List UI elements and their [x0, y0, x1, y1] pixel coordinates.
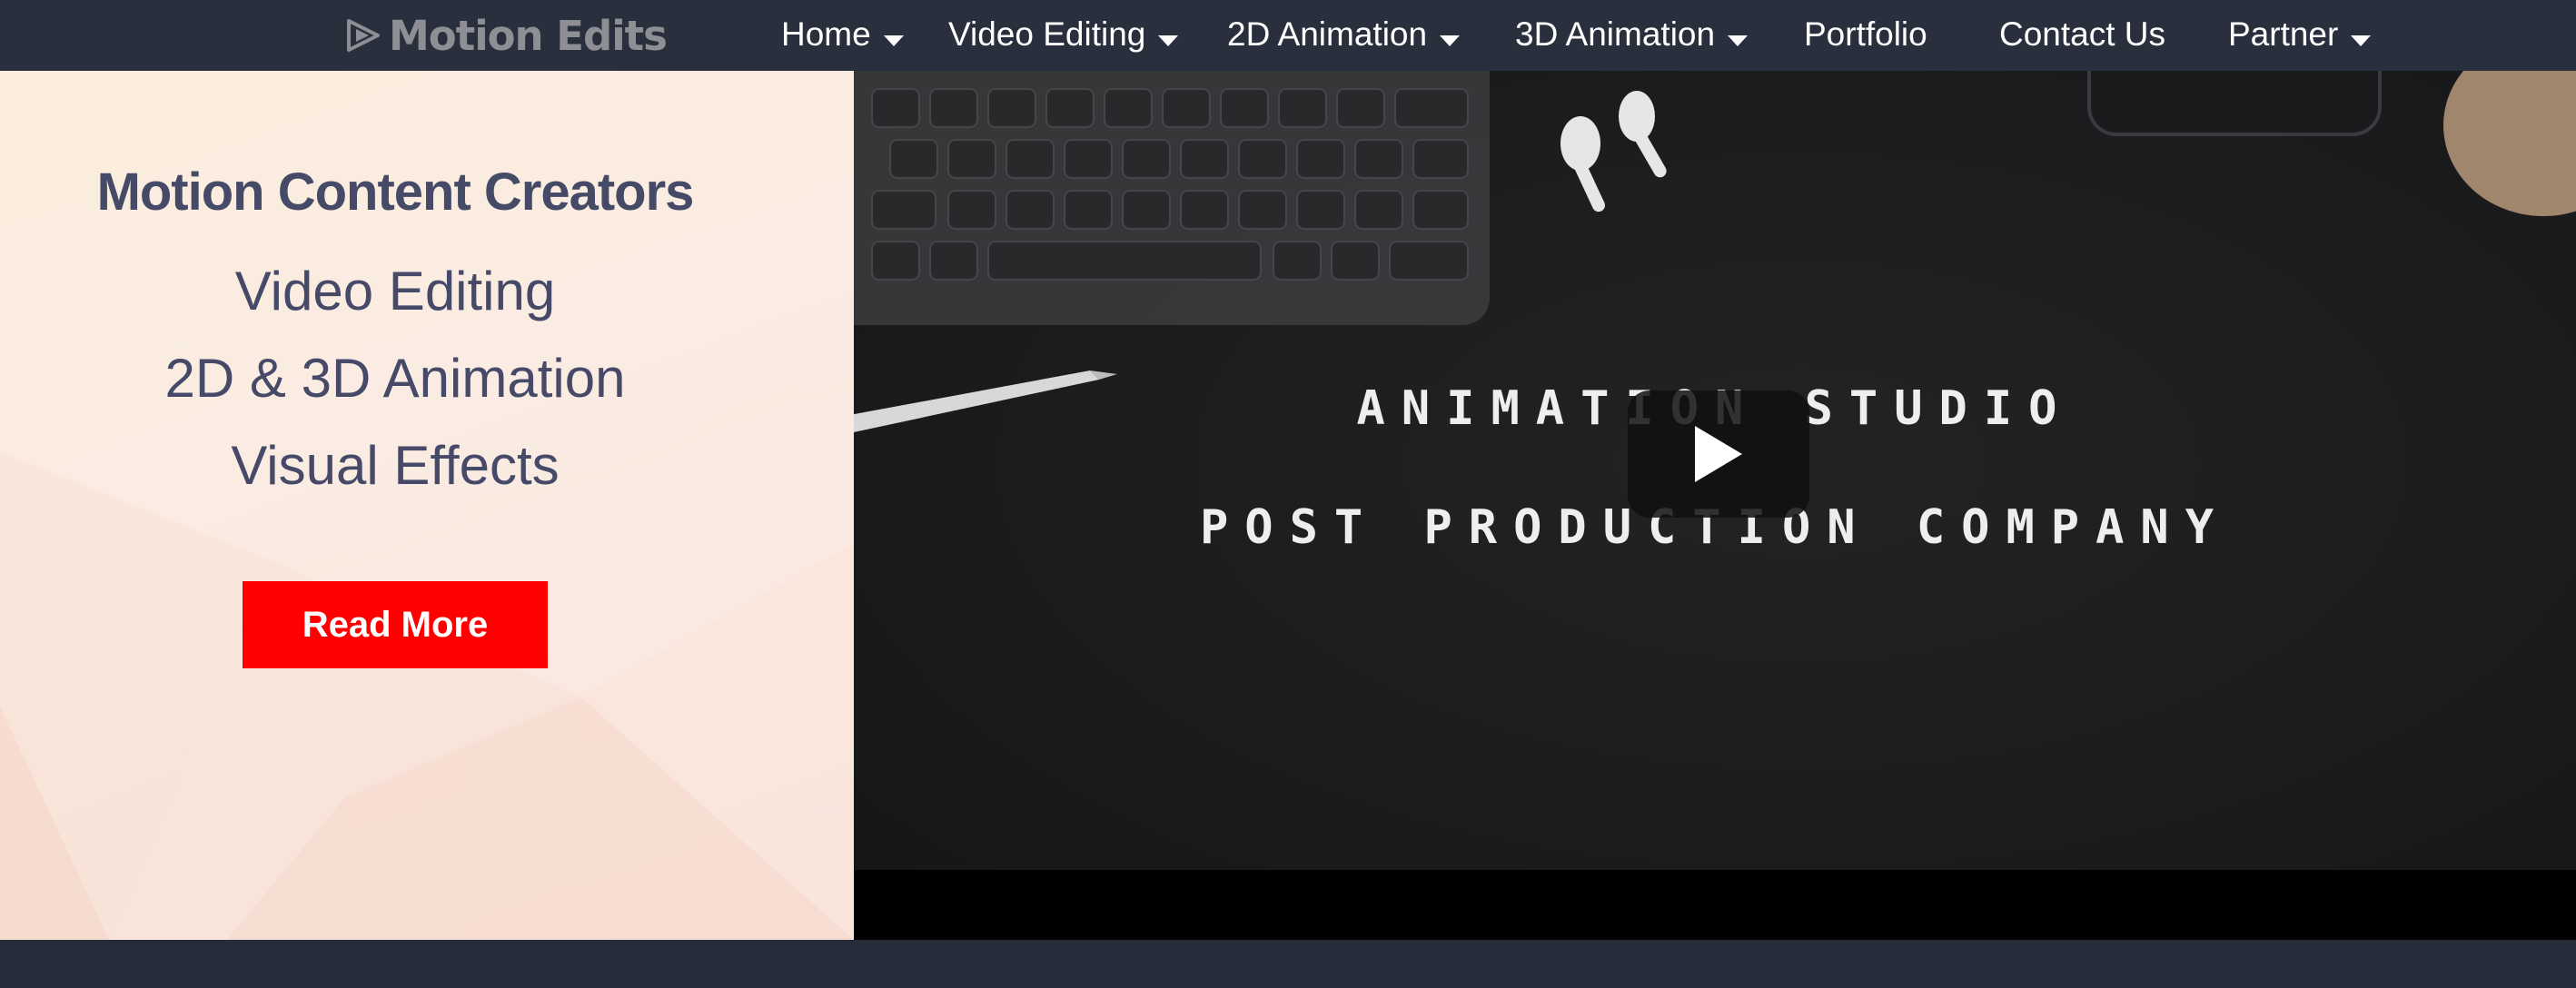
nav-item-video-editing[interactable]: Video Editing — [948, 9, 1179, 60]
service-item: Visual Effects — [231, 435, 560, 496]
nav-label: 3D Animation — [1515, 15, 1716, 53]
nav-label: Home — [781, 15, 871, 53]
brand-logo[interactable]: Motion Edits — [343, 9, 668, 62]
read-more-button[interactable]: Read More — [243, 581, 548, 668]
nav-label: Video Editing — [948, 15, 1146, 53]
keyboard-image — [854, 71, 1490, 325]
phone-image — [2087, 71, 2382, 136]
nav-label: Contact Us — [1999, 15, 2166, 53]
nav-item-partner[interactable]: Partner — [2228, 9, 2372, 60]
play-icon — [1695, 426, 1742, 482]
footer-strip — [0, 940, 2576, 988]
chevron-down-icon — [1440, 35, 1461, 46]
nav-item-home[interactable]: Home — [781, 9, 904, 60]
brand-name: Motion Edits — [389, 11, 668, 60]
video-player[interactable]: ANIMATION STUDIO POST PRODUCTION COMPANY — [854, 71, 2576, 940]
nav-label: Portfolio — [1804, 15, 1927, 53]
service-item: 2D & 3D Animation — [164, 348, 626, 409]
nav-label: Partner — [2228, 15, 2339, 53]
chevron-down-icon — [2351, 35, 2372, 46]
hand-image — [2443, 71, 2576, 216]
play-logo-icon — [347, 19, 380, 52]
nav-item-contact-us[interactable]: Contact Us — [1999, 9, 2165, 60]
hero-headline: Motion Content Creators — [96, 163, 695, 222]
service-item: Video Editing — [234, 261, 556, 321]
chevron-down-icon — [883, 35, 904, 46]
nav-item-3d-animation[interactable]: 3D Animation — [1515, 9, 1749, 60]
top-navbar: Motion Edits Home Video Editing 2D Anima… — [0, 0, 2576, 71]
chevron-down-icon — [1728, 35, 1749, 46]
play-button[interactable] — [1628, 390, 1809, 518]
nav-item-portfolio[interactable]: Portfolio — [1804, 9, 1927, 60]
video-letterbox — [854, 870, 2576, 940]
nav-label: 2D Animation — [1227, 15, 1428, 53]
chevron-down-icon — [1158, 35, 1179, 46]
hero-panel: Motion Content Creators Video Editing 2D… — [0, 71, 854, 940]
earbuds-image — [1560, 91, 1667, 212]
nav-item-2d-animation[interactable]: 2D Animation — [1227, 9, 1461, 60]
